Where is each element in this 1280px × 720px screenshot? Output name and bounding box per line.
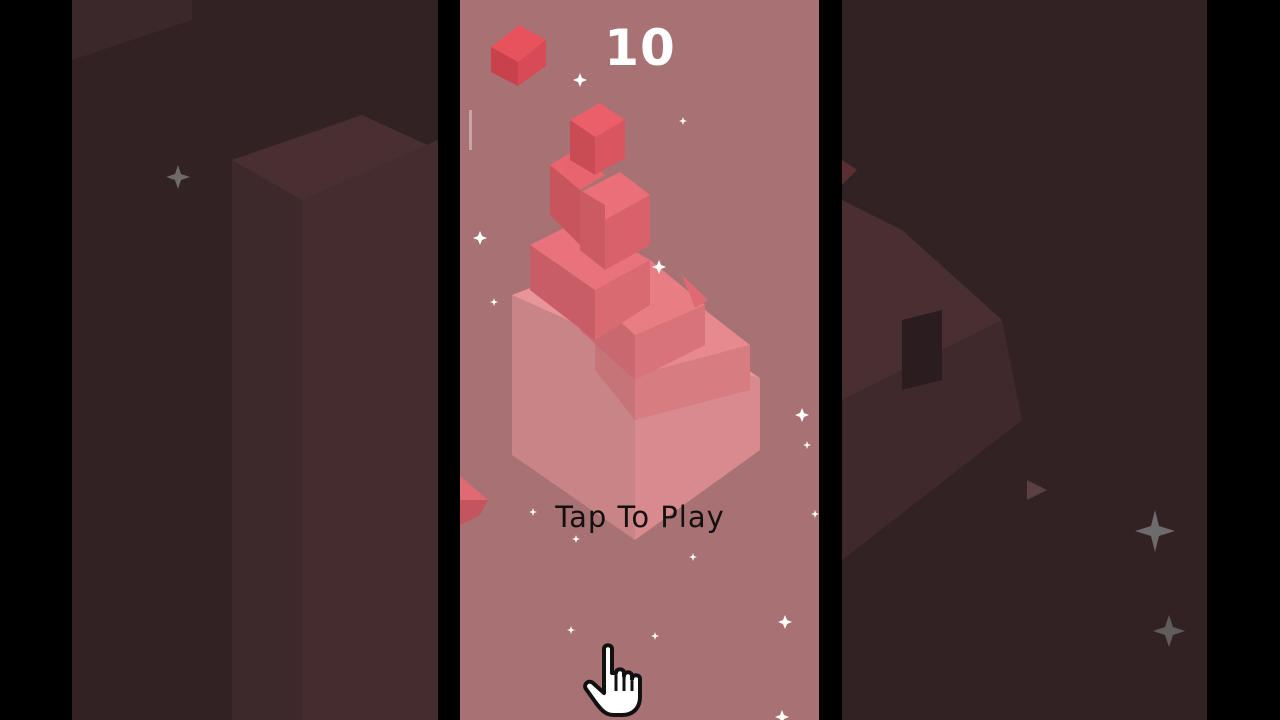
tap-to-play-prompt[interactable]: Tap To Play: [520, 500, 760, 534]
sparkle-icon: [473, 231, 487, 245]
sparkle-icon: [567, 626, 575, 634]
blurred-tower-left: [72, 0, 438, 720]
sparkle-icon: [1135, 510, 1175, 552]
sparkle-icon: [778, 615, 792, 629]
sparkle-icon: [679, 117, 687, 125]
sparkle-icon: [775, 710, 789, 720]
blurred-background-left: [72, 0, 438, 720]
blurred-background-right: [842, 0, 1207, 720]
progress-line: [469, 110, 472, 150]
sparkle-icon: [572, 535, 580, 543]
score-counter: 10: [604, 19, 676, 77]
sparkle-icon: [1153, 615, 1185, 647]
tower-top-block: [570, 103, 625, 175]
game-canvas[interactable]: [460, 0, 819, 720]
sparkle-icon: [811, 510, 819, 518]
sparkle-icon: [166, 165, 190, 189]
sparkle-icon: [803, 441, 811, 449]
blurred-tower-right: [842, 160, 1185, 647]
edge-block-shadow: [460, 500, 488, 525]
game-screen[interactable]: [460, 0, 819, 720]
sparkle-icon: [795, 408, 809, 422]
sparkle-icon: [689, 553, 697, 561]
sparkle-icon: [651, 632, 659, 640]
sparkle-icon: [490, 298, 498, 306]
